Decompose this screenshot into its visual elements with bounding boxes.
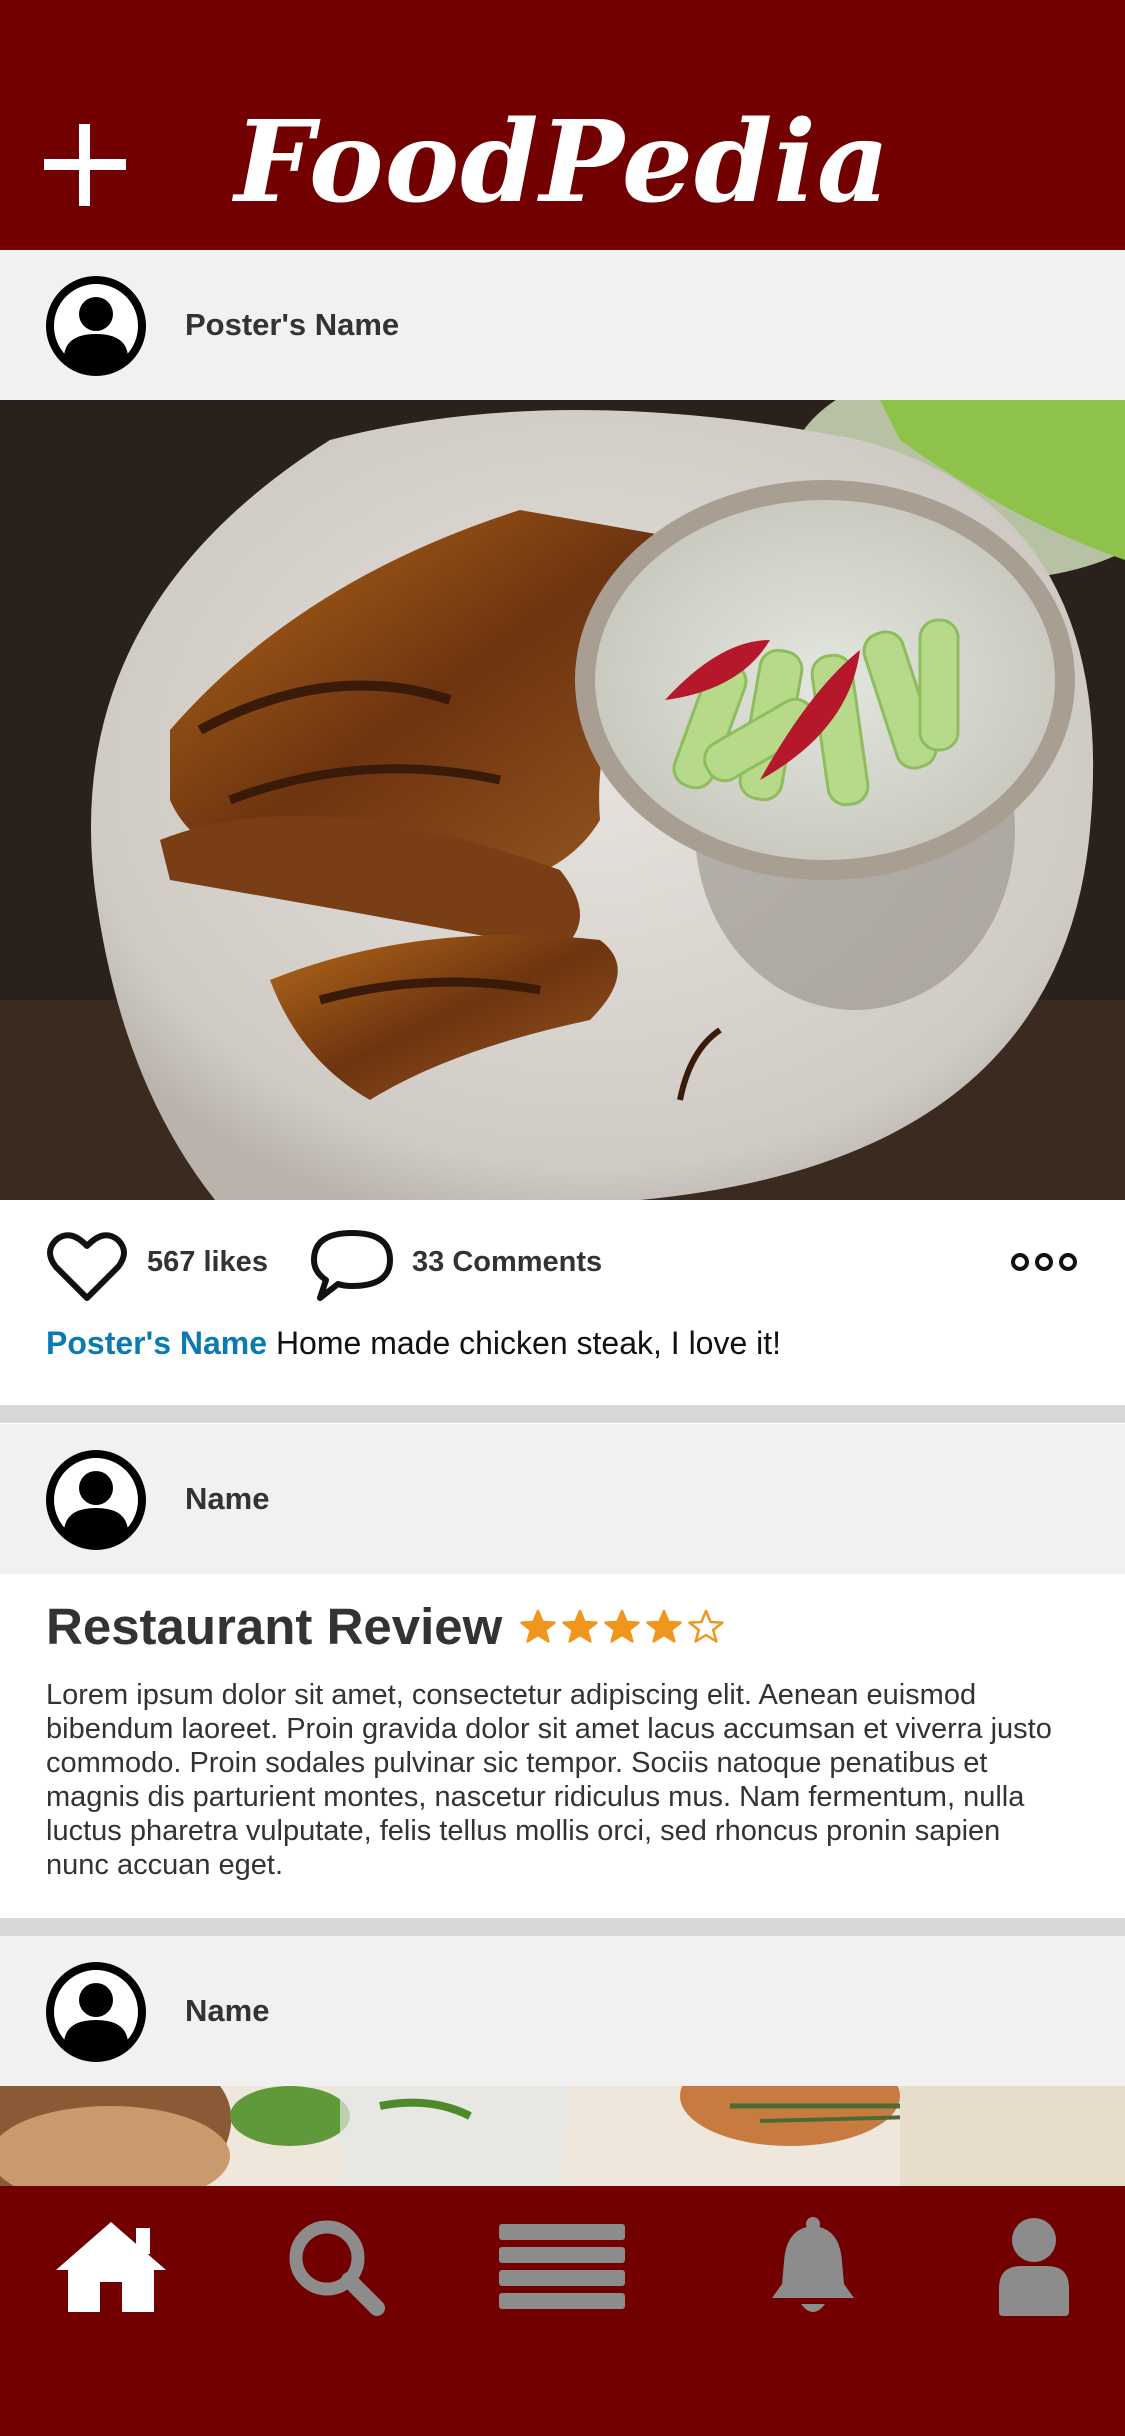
search-icon[interactable] xyxy=(285,2216,385,2316)
review-title: Restaurant Review xyxy=(46,1598,503,1655)
star-filled-icon xyxy=(604,1609,640,1643)
feed-divider xyxy=(0,1405,1125,1423)
post-actions: 567 likes 33 Comments xyxy=(0,1200,1125,1325)
bottom-navigation xyxy=(0,2186,1125,2436)
speech-bubble-icon[interactable] xyxy=(310,1228,394,1304)
star-filled-icon xyxy=(646,1609,682,1643)
avatar-icon[interactable] xyxy=(46,276,146,376)
post-header: Poster's Name xyxy=(0,250,1125,400)
likes-count[interactable]: 567 likes xyxy=(147,1244,268,1280)
menu-icon[interactable] xyxy=(497,2216,627,2316)
post-caption: Poster's Name Home made chicken steak, I… xyxy=(46,1323,1086,1363)
caption-text: Home made chicken steak, I love it! xyxy=(267,1325,782,1361)
review-body: Lorem ipsum dolor sit amet, consectetur … xyxy=(46,1679,1052,1881)
top-app-bar: FoodPedia xyxy=(0,0,1125,250)
post-header: Name xyxy=(0,1424,1125,1574)
avatar-icon[interactable] xyxy=(46,1450,146,1550)
post-photo[interactable] xyxy=(0,400,1125,1200)
heart-outline-icon[interactable] xyxy=(46,1230,128,1304)
poster-name[interactable]: Poster's Name xyxy=(185,250,399,400)
home-icon[interactable] xyxy=(52,2216,170,2316)
comments-count[interactable]: 33 Comments xyxy=(412,1244,602,1280)
app-title: FoodPedia xyxy=(234,97,891,228)
post-header: Name xyxy=(0,1936,1125,2086)
bell-icon[interactable] xyxy=(770,2216,856,2316)
review-card[interactable]: Restaurant Review Lorem ipsum dolor sit … xyxy=(0,1575,1125,1917)
post-photo[interactable] xyxy=(0,2086,1125,2186)
food-photo-image xyxy=(0,400,1125,1200)
star-filled-icon xyxy=(520,1609,556,1643)
star-rating xyxy=(520,1605,724,1649)
star-outline-icon xyxy=(688,1609,724,1643)
person-icon[interactable] xyxy=(995,2216,1073,2316)
poster-name[interactable]: Name xyxy=(185,1936,269,2086)
avatar-icon[interactable] xyxy=(46,1962,146,2062)
feed-divider xyxy=(0,1918,1125,1936)
ellipsis-icon[interactable] xyxy=(1010,1250,1078,1274)
caption-poster-name[interactable]: Poster's Name xyxy=(46,1325,267,1361)
food-photo-image xyxy=(0,2086,1125,2186)
poster-name[interactable]: Name xyxy=(185,1424,269,1574)
star-filled-icon xyxy=(562,1609,598,1643)
